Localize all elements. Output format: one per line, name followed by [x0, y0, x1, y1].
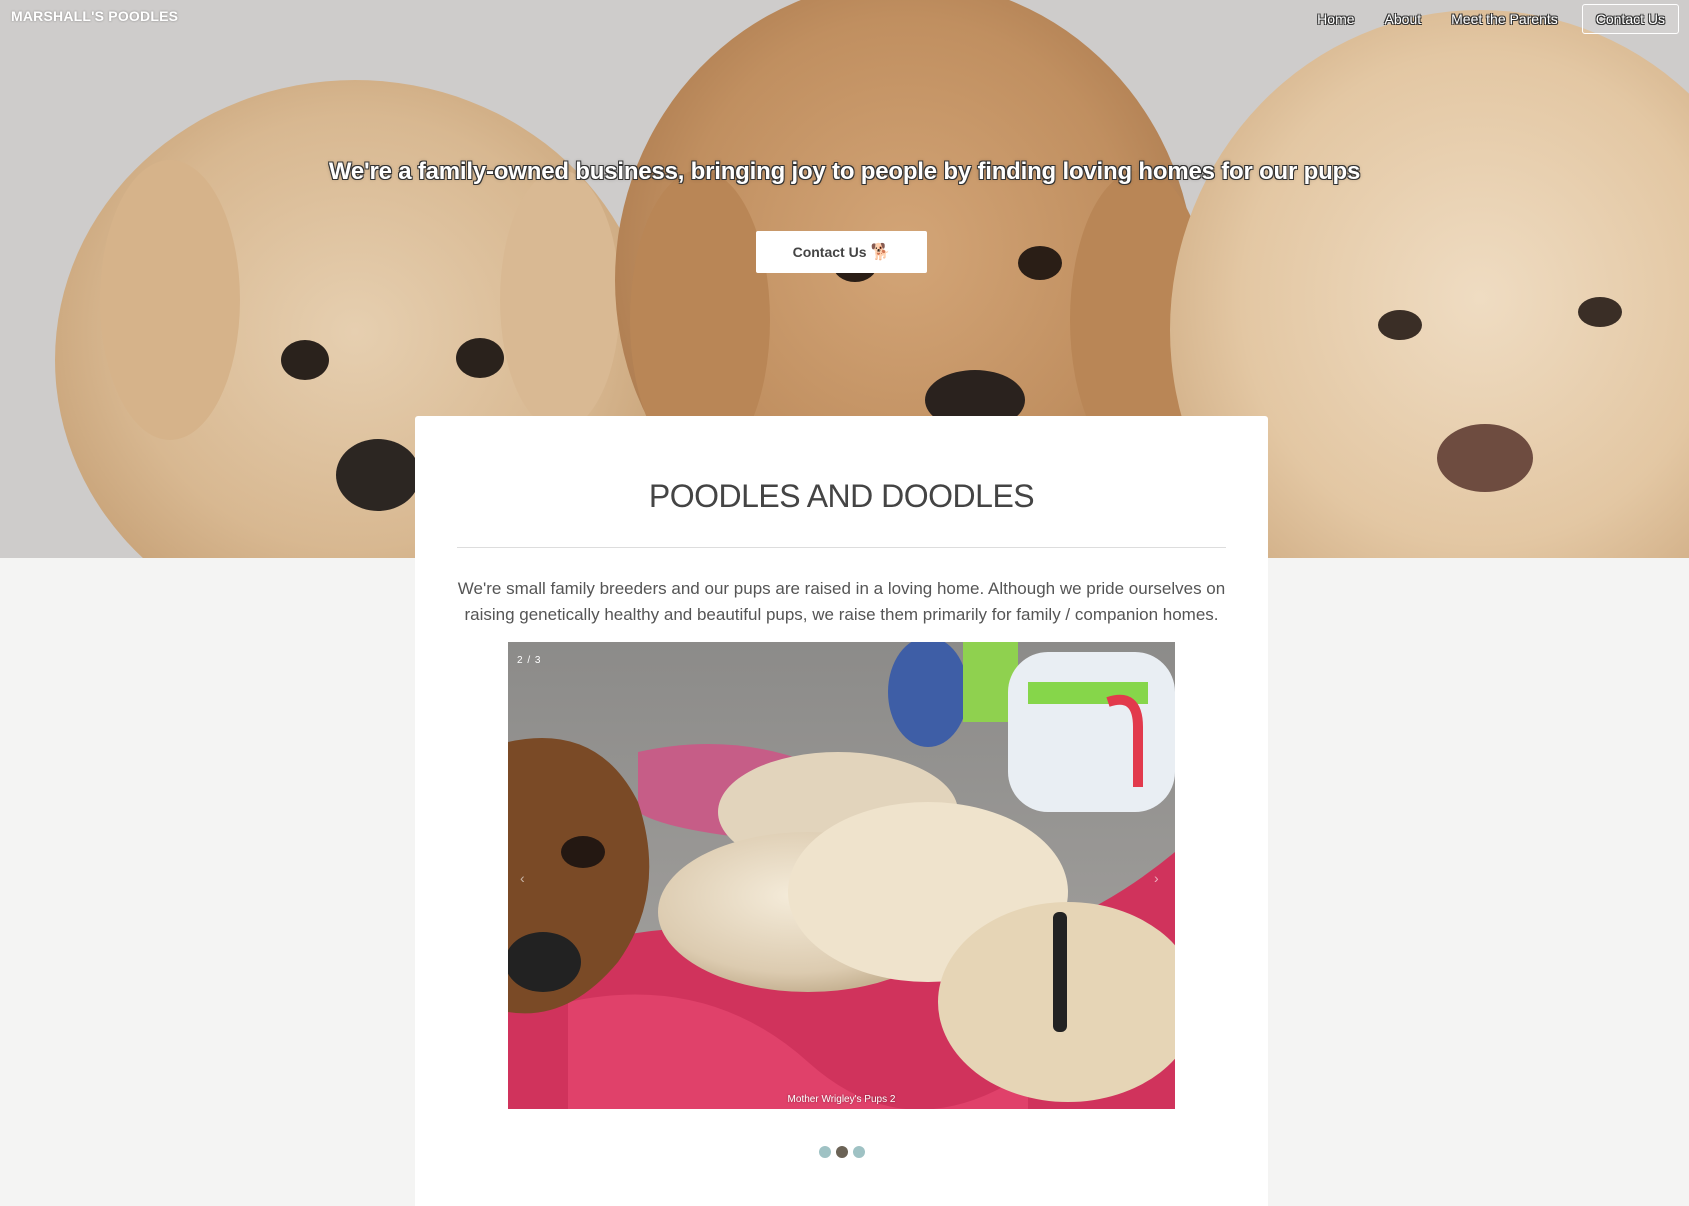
hero-contact-label: Contact Us: [792, 244, 867, 260]
content-card: POODLES AND DOODLES We're small family b…: [415, 416, 1268, 1206]
brand-logo[interactable]: MARSHALL'S POODLES: [11, 8, 178, 24]
slide-image: [508, 642, 1175, 1109]
slide-caption: Mother Wrigley's Pups 2: [787, 1094, 896, 1105]
nav-parents-link[interactable]: Meet the Parents: [1451, 6, 1558, 32]
nav-contact-button[interactable]: Contact Us: [1581, 4, 1679, 34]
carousel-dots: [415, 1146, 1268, 1158]
carousel-dot-2[interactable]: [835, 1146, 848, 1158]
carousel-prev-icon[interactable]: ‹: [520, 870, 525, 886]
slide-counter: 2 / 3: [517, 655, 542, 666]
main-nav: Home About Meet the Parents Contact Us: [1287, 4, 1679, 34]
dog-icon: 🐕: [870, 244, 891, 261]
section-divider: [457, 547, 1226, 548]
hero-headline: We're a family-owned business, bringing …: [328, 158, 1361, 185]
section-title: POODLES AND DOODLES: [648, 478, 1035, 514]
nav-home-link[interactable]: Home: [1317, 6, 1354, 32]
image-carousel[interactable]: 2 / 3 ‹ › Mother Wrigley's Pups 2: [508, 642, 1175, 1109]
carousel-dot-1[interactable]: [818, 1146, 831, 1158]
carousel-dot-3[interactable]: [852, 1146, 865, 1158]
carousel-next-icon[interactable]: ›: [1154, 870, 1159, 886]
section-description: We're small family breeders and our pups…: [457, 579, 1226, 624]
hero-contact-button[interactable]: Contact Us 🐕: [756, 231, 927, 273]
nav-about-link[interactable]: About: [1385, 6, 1422, 32]
